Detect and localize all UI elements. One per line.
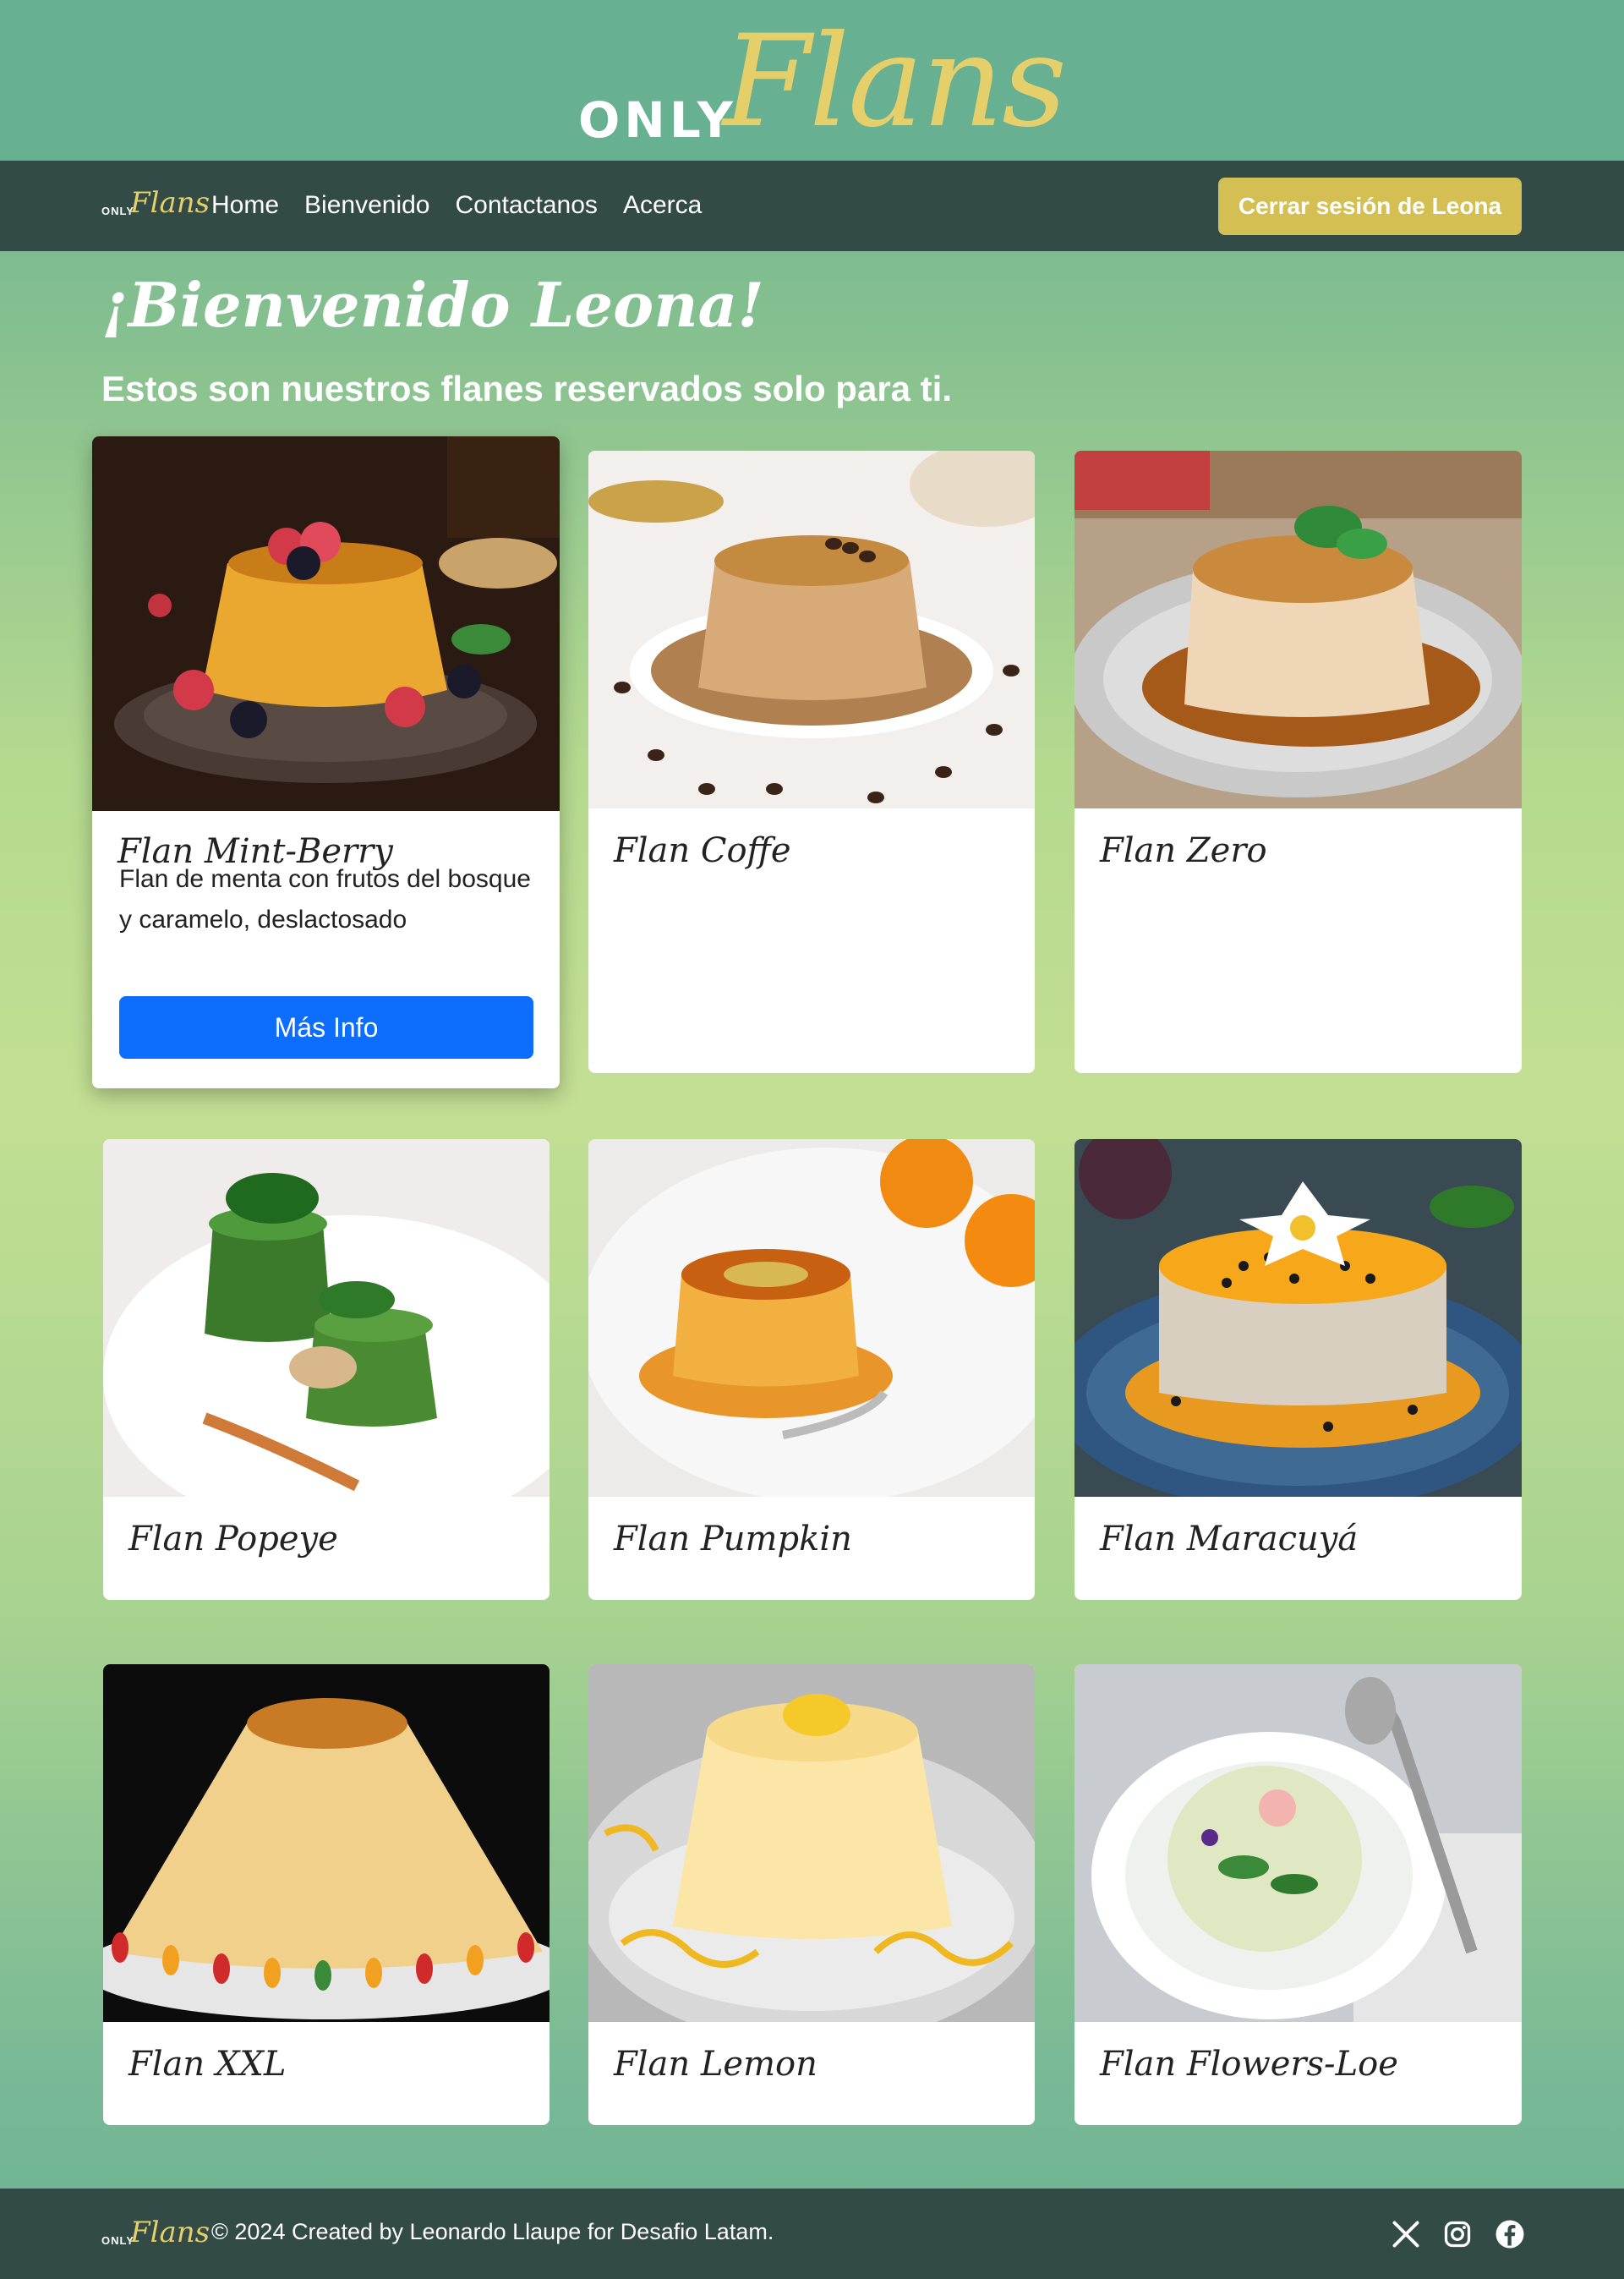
flan-image (103, 1139, 550, 1497)
brand-only: ONLY (578, 91, 737, 149)
more-info-button[interactable]: Más Info (119, 996, 533, 1059)
card-title: Flan XXL (128, 2045, 287, 2084)
card-title: Flan Coffe (614, 831, 791, 870)
flan-card[interactable]: Flan XXL (103, 1664, 550, 2125)
nav-logo[interactable]: ONLY Flans (101, 186, 210, 224)
card-title: Flan Flowers-Loe (1100, 2045, 1398, 2084)
flan-card[interactable]: Flan Pumpkin (588, 1139, 1035, 1600)
nav-link-contactanos[interactable]: Contactanos (455, 191, 597, 220)
nav-logo-flans: Flans (130, 186, 211, 220)
instagram-icon[interactable] (1442, 2219, 1473, 2249)
nav-link-bienvenido[interactable]: Bienvenido (304, 191, 429, 220)
page-title: ¡Bienvenido Leona! (101, 269, 764, 341)
footer: ONLY Flans © 2024 Created by Leonardo Ll… (0, 2189, 1624, 2279)
flan-image (1074, 451, 1522, 808)
flan-card[interactable]: Flan Mint-Berry Flan de menta con frutos… (92, 436, 560, 1088)
footer-logo-flans: Flans (130, 2216, 211, 2249)
flan-image (1074, 1139, 1522, 1497)
flan-card[interactable]: Flan Flowers-Loe (1074, 1664, 1522, 2125)
card-description: Flan de menta con frutos del bosque y ca… (119, 865, 531, 934)
card-title: Flan Maracuyá (1100, 1520, 1359, 1559)
flan-image (588, 1139, 1035, 1497)
page-subtitle: Estos son nuestros flanes reservados sol… (101, 369, 953, 408)
flan-image (92, 436, 560, 811)
card-title: Flan Zero (1100, 831, 1267, 870)
card-title: Flan Lemon (614, 2045, 817, 2084)
flan-card[interactable]: Flan Coffe (588, 451, 1035, 1073)
flan-image (1074, 1664, 1522, 2022)
card-title: Flan Popeye (128, 1520, 338, 1559)
facebook-icon[interactable] (1495, 2219, 1525, 2249)
flan-image (103, 1664, 550, 2022)
brand-flans: Flans (723, 8, 1067, 156)
flan-image (588, 1664, 1035, 2022)
brand-logo: ONLY Flans (575, 8, 1067, 156)
flan-image (588, 451, 1035, 808)
x-icon[interactable] (1391, 2219, 1421, 2249)
flan-card[interactable]: Flan Lemon (588, 1664, 1035, 2125)
card-title: Flan Pumpkin (614, 1520, 852, 1559)
flan-card[interactable]: Flan Popeye (103, 1139, 550, 1600)
footer-logo: ONLY Flans (101, 2216, 210, 2254)
flan-card[interactable]: Flan Zero (1074, 451, 1522, 1073)
nav-link-home[interactable]: Home (211, 191, 279, 220)
flan-card[interactable]: Flan Maracuyá (1074, 1139, 1522, 1600)
nav-links: Home Bienvenido Contactanos Acerca (211, 191, 702, 220)
top-header: ONLY Flans (0, 0, 1624, 161)
nav-link-acerca[interactable]: Acerca (623, 191, 702, 220)
logout-button[interactable]: Cerrar sesión de Leona (1218, 178, 1522, 235)
footer-copyright: © 2024 Created by Leonardo Llaupe for De… (211, 2219, 774, 2244)
